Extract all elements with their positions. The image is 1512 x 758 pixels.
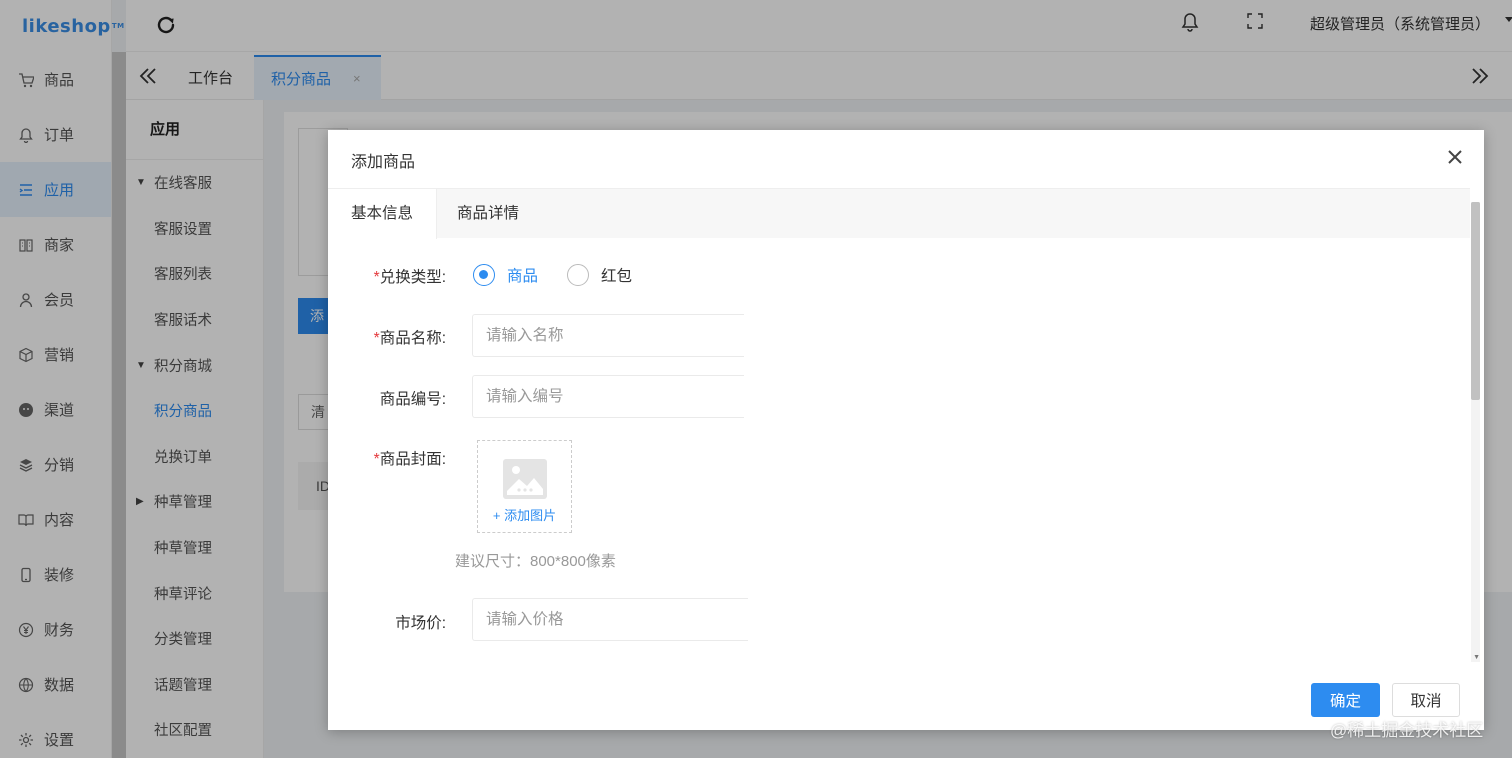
market-price-label: 市场价: — [395, 615, 446, 632]
cover-size-hint: 建议尺寸：800*800像素 — [455, 553, 616, 570]
close-icon[interactable] — [1446, 148, 1464, 166]
tab-goods-detail[interactable]: 商品详情 — [457, 189, 519, 239]
upload-image-button[interactable]: + 添加图片 — [477, 440, 572, 533]
goods-name-input[interactable] — [472, 314, 744, 357]
market-price-input[interactable] — [472, 598, 748, 641]
radio-dot — [567, 264, 589, 286]
dialog-title: 添加商品 — [351, 154, 416, 171]
tab-basic-info[interactable]: 基本信息 — [328, 189, 437, 239]
dialog-tabs: 基本信息 商品详情 — [328, 188, 1470, 239]
confirm-button[interactable]: 确定 — [1311, 683, 1380, 717]
image-placeholder-icon — [502, 459, 547, 499]
goods-code-input[interactable] — [472, 375, 744, 418]
radio-dot — [473, 264, 495, 286]
scroll-down-icon[interactable]: ▼ — [1473, 654, 1480, 661]
goods-code-label: 商品编号: — [379, 391, 446, 408]
radio-red-packet[interactable]: 红包 — [567, 264, 632, 286]
goods-name-label: *商品名称: — [373, 330, 446, 347]
exchange-type-label: *兑换类型: — [373, 269, 446, 286]
cancel-button[interactable]: 取消 — [1392, 683, 1460, 717]
goods-cover-label: *商品封面: — [373, 451, 446, 468]
radio-goods[interactable]: 商品 — [473, 264, 538, 286]
watermark: @稀土掘金技术社区 — [1330, 721, 1484, 740]
add-goods-dialog: 添加商品 基本信息 商品详情 ▼ *兑换类型: 商品 红包 *商品名称: 商品编… — [328, 130, 1484, 730]
scrollbar-thumb[interactable] — [1471, 202, 1480, 400]
dialog-scrollbar[interactable] — [1471, 202, 1480, 662]
add-image-label: + 添加图片 — [492, 508, 557, 523]
